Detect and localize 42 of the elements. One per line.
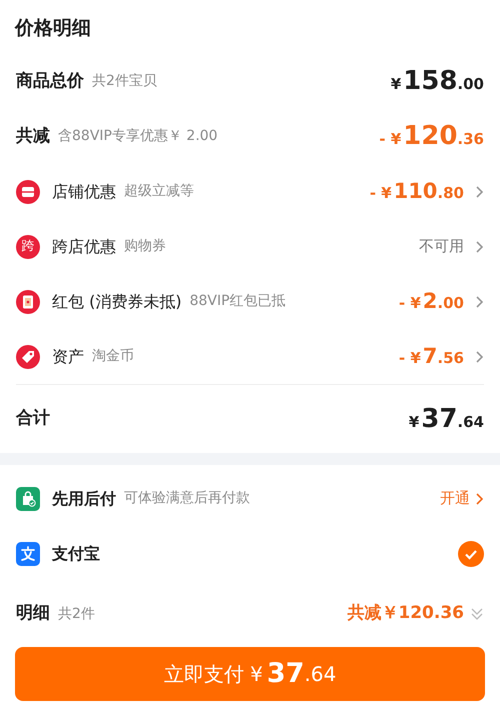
row-label: 店铺优惠 <box>52 180 116 202</box>
details-note: 共2件 <box>58 604 95 624</box>
row-note: 购物券 <box>124 237 166 256</box>
price-amount: ¥37.64 <box>408 402 484 436</box>
shop-icon <box>16 180 40 204</box>
details-label: 明细 <box>16 602 50 626</box>
open-link[interactable]: 开通 <box>440 487 484 510</box>
row-note: 共2件宝贝 <box>92 72 157 91</box>
price-amount: - ¥110.80 <box>370 178 464 205</box>
payment-label: 先用后付 <box>52 488 116 510</box>
cross-store-icon: 跨 <box>16 234 40 258</box>
chevron-right-icon <box>474 350 484 364</box>
row-label: 跨店优惠 <box>52 236 116 258</box>
row-note: 含88VIP专享优惠￥ 2.00 <box>58 127 218 146</box>
selected-check-icon[interactable] <box>458 540 484 566</box>
row-note: 88VIP红包已抵 <box>190 292 286 311</box>
chevron-right-icon <box>474 294 484 308</box>
row-label: 合计 <box>16 407 50 430</box>
row-label: 商品总价 <box>16 70 84 93</box>
row-label: 红包 (消费券未抵) <box>52 290 182 312</box>
chevron-right-icon <box>474 240 484 254</box>
saving-total: 共减￥120.36 <box>347 602 464 626</box>
price-amount: - ¥7.56 <box>398 342 464 370</box>
chevron-right-icon <box>474 492 484 506</box>
row-label: 共减 <box>16 124 50 148</box>
price-amount: - ¥120.36 <box>379 120 484 153</box>
payment-label: 支付宝 <box>52 542 100 564</box>
payment-note: 可体验满意后再付款 <box>124 489 250 508</box>
row-label: 资产 <box>52 346 84 368</box>
price-amount: - ¥2.00 <box>398 288 464 315</box>
price-amount: ¥158.00 <box>390 65 484 98</box>
pay-button[interactable]: 立即支付 ¥37.64 <box>15 647 485 701</box>
expand-icon[interactable] <box>470 607 484 621</box>
payment-app-icon <box>16 542 40 566</box>
envelope-icon <box>16 290 40 314</box>
section-title: 价格明细 <box>14 16 92 41</box>
tag-icon <box>16 344 40 368</box>
row-note: 超级立减等 <box>124 182 194 201</box>
chevron-right-icon <box>474 184 484 198</box>
shopping-bag-icon <box>16 486 40 510</box>
row-note: 淘金币 <box>92 347 134 366</box>
status-text: 不可用 <box>419 236 464 258</box>
